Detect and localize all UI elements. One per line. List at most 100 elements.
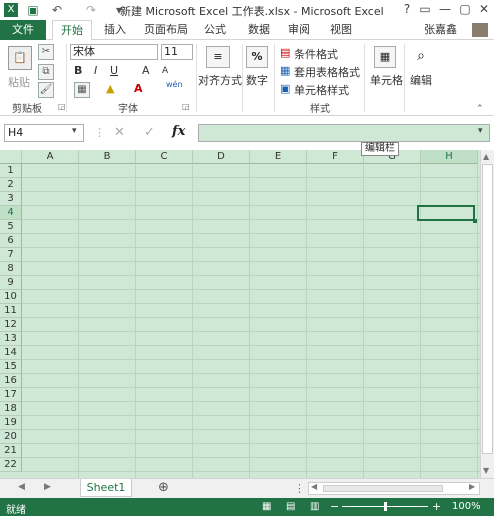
column-header-f[interactable]: F xyxy=(307,150,364,164)
row-header-7[interactable]: 7 xyxy=(0,248,22,262)
tab-file[interactable]: 文件 xyxy=(0,20,46,40)
scroll-up-icon[interactable]: ▲ xyxy=(483,152,489,161)
row-header-5[interactable]: 5 xyxy=(0,220,22,234)
font-color-button[interactable]: A xyxy=(134,82,143,95)
row-header-12[interactable]: 12 xyxy=(0,318,22,332)
row-header-3[interactable]: 3 xyxy=(0,192,22,206)
cell-styles-icon[interactable]: ▣ xyxy=(280,82,290,95)
redo-icon[interactable]: ↷ xyxy=(84,3,98,17)
tab-formulas[interactable]: 公式 xyxy=(196,20,234,40)
maximize-button[interactable]: ▢ xyxy=(456,2,474,18)
horizontal-scrollbar[interactable]: ◀ ▶ xyxy=(308,482,480,495)
underline-button[interactable]: U xyxy=(110,64,118,77)
row-header-20[interactable]: 20 xyxy=(0,430,22,444)
cells-icon[interactable]: ▦ xyxy=(374,46,396,68)
row-header-10[interactable]: 10 xyxy=(0,290,22,304)
minimize-button[interactable]: — xyxy=(436,2,454,18)
column-header-e[interactable]: E xyxy=(250,150,307,164)
vertical-scrollbar[interactable]: ▲ ▼ xyxy=(480,150,494,478)
collapse-ribbon-icon[interactable]: ⌃ xyxy=(476,104,484,114)
avatar[interactable] xyxy=(472,23,488,37)
tab-insert[interactable]: 插入 xyxy=(96,20,134,40)
format-painter-icon[interactable]: 🖌 xyxy=(38,82,54,98)
user-name[interactable]: 张嘉鑫 xyxy=(416,20,465,40)
row-header-13[interactable]: 13 xyxy=(0,332,22,346)
paste-icon[interactable]: 📋 xyxy=(8,46,32,70)
conditional-format-icon[interactable]: ▤ xyxy=(280,46,290,59)
row-header-19[interactable]: 19 xyxy=(0,416,22,430)
tab-split-handle-icon[interactable]: ⋮ xyxy=(294,482,305,495)
phonetic-button[interactable]: wén xyxy=(166,80,183,89)
cell-styles-button[interactable]: 单元格样式 xyxy=(294,82,349,98)
font-name-box[interactable]: 宋体 xyxy=(70,44,158,60)
font-launcher-icon[interactable]: ◲ xyxy=(182,102,190,111)
sheet-tab-sheet1[interactable]: Sheet1 xyxy=(80,479,132,497)
shrink-font-button[interactable]: A xyxy=(162,66,168,76)
save-icon[interactable]: ▣ xyxy=(26,3,40,17)
alignment-button[interactable]: 对齐方式 xyxy=(198,72,242,88)
scroll-left-icon[interactable]: ◀ xyxy=(311,482,317,491)
ribbon-display-options-button[interactable]: ▭ xyxy=(416,2,434,18)
find-icon[interactable]: ⌕ xyxy=(410,46,432,68)
undo-icon[interactable]: ↶ xyxy=(50,3,64,17)
horizontal-scroll-thumb[interactable] xyxy=(323,485,443,492)
scroll-right-icon[interactable]: ▶ xyxy=(469,482,475,491)
zoom-out-button[interactable]: − xyxy=(330,500,339,513)
page-layout-view-icon[interactable]: ▤ xyxy=(286,501,295,512)
enter-formula-button[interactable]: ✓ xyxy=(144,125,155,140)
font-size-box[interactable]: 11 xyxy=(161,44,193,60)
select-all-corner[interactable] xyxy=(0,150,22,164)
zoom-in-button[interactable]: + xyxy=(432,500,441,513)
percent-icon[interactable]: % xyxy=(246,46,268,68)
name-box-dropdown-icon[interactable]: ▾ xyxy=(72,126,77,136)
close-button[interactable]: ✕ xyxy=(475,2,493,18)
row-header-4[interactable]: 4 xyxy=(0,206,22,220)
row-header-2[interactable]: 2 xyxy=(0,178,22,192)
tab-page-layout[interactable]: 页面布局 xyxy=(136,20,196,40)
row-header-11[interactable]: 11 xyxy=(0,304,22,318)
cut-icon[interactable]: ✂ xyxy=(38,44,54,60)
row-header-16[interactable]: 16 xyxy=(0,374,22,388)
vertical-scroll-thumb[interactable] xyxy=(482,164,493,454)
zoom-slider-thumb[interactable] xyxy=(384,502,387,511)
next-sheet-icon[interactable]: ▶ xyxy=(44,482,51,492)
format-as-table-icon[interactable]: ▦ xyxy=(280,64,290,77)
bold-button[interactable]: B xyxy=(74,64,82,77)
number-format-button[interactable]: 数字 xyxy=(246,72,268,88)
grow-font-button[interactable]: A xyxy=(142,64,150,77)
worksheet-grid[interactable]: ABCDEFGH 1 2 3 4 5 6 7 8 9 10 11 12 13 14 15 16 17 18 19 20… xyxy=(0,150,480,478)
editing-button[interactable]: 编辑 xyxy=(410,72,432,88)
column-header-h[interactable]: H xyxy=(421,150,478,164)
new-sheet-button[interactable]: ⊕ xyxy=(158,480,169,495)
row-header-22[interactable]: 22 xyxy=(0,458,22,472)
zoom-level[interactable]: 100% xyxy=(452,501,481,512)
row-header-17[interactable]: 17 xyxy=(0,388,22,402)
help-button[interactable]: ? xyxy=(398,2,416,18)
alignment-icon[interactable]: ≡ xyxy=(206,46,230,68)
row-header-9[interactable]: 9 xyxy=(0,276,22,290)
column-header-c[interactable]: C xyxy=(136,150,193,164)
cells-button[interactable]: 单元格 xyxy=(370,72,403,88)
expand-formula-bar-icon[interactable]: ▾ xyxy=(478,126,483,136)
row-header-8[interactable]: 8 xyxy=(0,262,22,276)
prev-sheet-icon[interactable]: ◀ xyxy=(18,482,25,492)
clipboard-launcher-icon[interactable]: ◲ xyxy=(58,102,66,111)
row-header-18[interactable]: 18 xyxy=(0,402,22,416)
normal-view-icon[interactable]: ▦ xyxy=(262,501,271,512)
insert-function-button[interactable]: fx xyxy=(172,124,185,139)
copy-icon[interactable]: ⧉ xyxy=(38,64,54,80)
tab-home[interactable]: 开始 xyxy=(52,20,92,40)
column-header-d[interactable]: D xyxy=(193,150,250,164)
page-break-view-icon[interactable]: ▥ xyxy=(310,501,319,512)
column-header-a[interactable]: A xyxy=(22,150,79,164)
format-as-table-button[interactable]: 套用表格格式 xyxy=(294,64,360,80)
row-header-6[interactable]: 6 xyxy=(0,234,22,248)
row-header-21[interactable]: 21 xyxy=(0,444,22,458)
italic-button[interactable]: I xyxy=(94,64,97,77)
tab-review[interactable]: 审阅 xyxy=(280,20,318,40)
tab-view[interactable]: 视图 xyxy=(322,20,360,40)
tab-data[interactable]: 数据 xyxy=(240,20,278,40)
cancel-formula-button[interactable]: ✕ xyxy=(114,125,125,140)
formula-input[interactable] xyxy=(198,124,490,142)
paste-button[interactable]: 粘贴 xyxy=(8,74,30,90)
